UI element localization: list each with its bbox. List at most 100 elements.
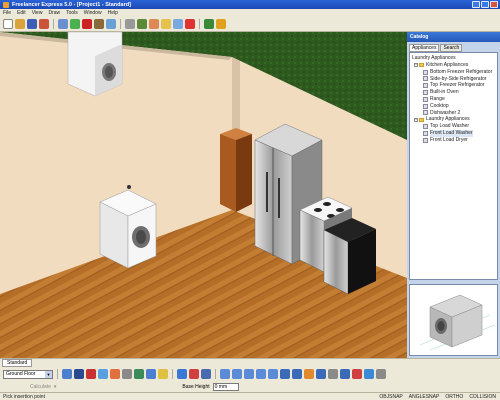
calculate-dropdown[interactable]: Calculate [30,384,51,390]
help-icon[interactable] [216,19,226,29]
zoom-fit-icon[interactable] [244,369,254,379]
collapse-icon[interactable]: − [414,117,418,122]
3d-viewport[interactable] [0,32,407,358]
copy-icon[interactable] [98,369,108,379]
tree-item[interactable]: Bottom Freezer Refrigerator [412,69,495,76]
folder-icon [419,63,424,68]
tree-item-selected[interactable]: Front Load Washer [412,129,495,137]
appliance-icon [423,137,428,143]
menu-bar: File Edit View Draw Tools Window Help [0,9,500,17]
tree-item[interactable]: Cooktop [412,103,495,110]
floor-select-value: Ground Floor [6,371,36,377]
render-icon[interactable] [185,19,195,29]
zoom-window-icon[interactable] [256,369,266,379]
catalog-tabs: Appliances Search [409,44,463,52]
tree-item[interactable]: Top Load Washer [412,123,495,130]
image-icon[interactable] [201,369,211,379]
fixture-icon[interactable] [161,19,171,29]
walk-icon[interactable] [292,369,302,379]
options-row: Calculate ▾ Base Height 0 mm [0,381,500,392]
zoom-out-icon[interactable] [232,369,242,379]
tree-item[interactable]: Range [412,96,495,103]
info-icon[interactable] [376,369,386,379]
maximize-icon[interactable] [481,1,489,8]
camera-icon[interactable] [173,19,183,29]
menu-view[interactable]: View [32,10,43,16]
window-title: Freelancer Express 5.0 - [Project1 - Sta… [12,1,131,8]
delete-icon[interactable] [86,369,96,379]
main-toolbar [0,17,500,32]
toolbar-divider [120,19,121,29]
tree-item[interactable]: Dishwasher 2 [412,110,495,117]
minimize-icon[interactable] [472,1,480,8]
book-icon[interactable] [189,369,199,379]
layout-icon[interactable] [177,369,187,379]
tree-folder-kitchen[interactable]: − Kitchen Appliances [412,62,495,69]
zoom-in-icon[interactable] [220,369,230,379]
chevron-down-icon[interactable]: ▾ [54,384,57,390]
cabinet-icon[interactable] [149,19,159,29]
close-icon[interactable] [490,1,498,8]
toggle-collision[interactable]: COLLISION [469,394,496,400]
pan-icon[interactable] [268,369,278,379]
door-tool-icon[interactable] [94,19,104,29]
chevron-down-icon[interactable]: ▼ [45,370,52,378]
catalog-preview [409,284,498,356]
tree-item[interactable]: Top Freezer Refrigerator [412,82,495,89]
app-icon [3,1,9,8]
menu-window[interactable]: Window [84,10,102,16]
status-message: Pick insertion point [3,393,45,400]
filter-icon[interactable] [134,369,144,379]
washer-outside [67,32,123,97]
stop-icon[interactable] [352,369,362,379]
appliance-icon [423,110,428,116]
light-icon[interactable] [304,369,314,379]
toggle-anglesnap[interactable]: ANGLESNAP [409,394,440,400]
open-folder-icon[interactable] [15,19,25,29]
tab-appliances[interactable]: Appliances [409,44,440,52]
layers-icon[interactable] [74,369,84,379]
floor-select[interactable]: Ground Floor ▼ [3,369,53,379]
terrain-icon[interactable] [137,19,147,29]
roof-tool-icon[interactable] [82,19,92,29]
appliance-icon [423,83,428,89]
tree-item[interactable]: Side-by-Side Refrigerator [412,76,495,83]
menu-help[interactable]: Help [108,10,118,16]
toggle-objsnap[interactable]: OBJSNAP [379,394,402,400]
window-tool-icon[interactable] [106,19,116,29]
rotate-icon[interactable] [122,369,132,379]
settings-icon[interactable] [328,369,338,379]
menu-file[interactable]: File [3,10,11,16]
save-icon[interactable] [27,19,37,29]
color-icon[interactable] [110,369,120,379]
bottom-toolbar: Ground Floor ▼ [0,367,500,381]
refresh-icon[interactable] [364,369,374,379]
title-bar: Freelancer Express 5.0 - [Project1 - Sta… [0,0,500,9]
move-icon[interactable] [146,369,156,379]
home-icon[interactable] [204,19,214,29]
wall-tool-icon[interactable] [70,19,80,29]
toolbar-divider [215,369,216,379]
new-file-icon[interactable] [3,19,13,29]
stairs-icon[interactable] [125,19,135,29]
dimension-icon[interactable] [158,369,168,379]
print-icon[interactable] [340,369,350,379]
menu-edit[interactable]: Edit [17,10,26,16]
toggle-ortho[interactable]: ORTHO [445,394,463,400]
tab-standard[interactable]: Standard [2,359,33,367]
camera-view-icon[interactable] [316,369,326,379]
paint-icon[interactable] [39,19,49,29]
collapse-icon[interactable]: − [414,63,418,68]
base-height-input[interactable]: 0 mm [212,382,239,391]
orbit-icon[interactable] [280,369,290,379]
tab-search[interactable]: Search [440,44,463,52]
tree-item[interactable]: Built-in Oven [412,89,495,96]
tree-folder-laundry[interactable]: − Laundry Appliances [412,116,495,123]
tree-item[interactable]: Front Load Dryer [412,137,495,144]
menu-tools[interactable]: Tools [66,10,78,16]
grid-icon[interactable] [58,19,68,29]
appliance-icon [423,76,428,82]
base-height-label: Base Height [182,383,210,390]
select-tool-icon[interactable] [62,369,72,379]
menu-draw[interactable]: Draw [48,10,60,16]
